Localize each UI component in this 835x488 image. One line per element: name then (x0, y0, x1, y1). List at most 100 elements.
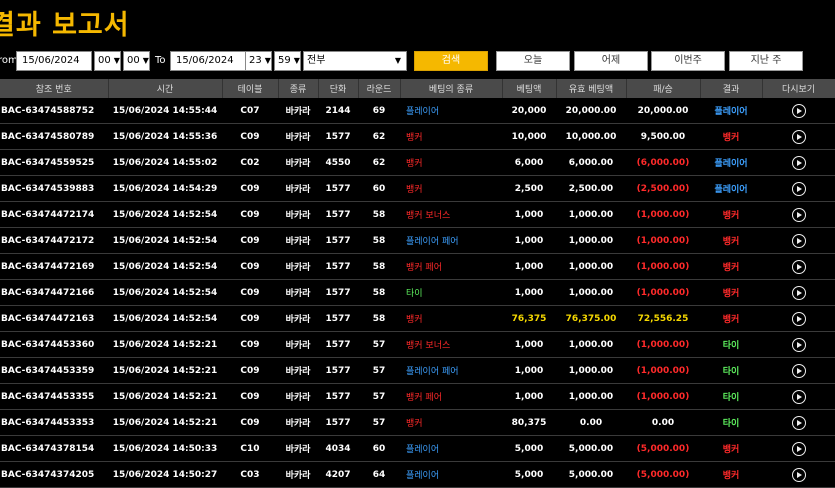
valid-bet-cell: 20,000.00 (556, 98, 626, 124)
table-row[interactable]: BAC-63474374205 15/06/2024 14:50:27 C03 바카라… (0, 461, 835, 488)
replay-cell (762, 201, 835, 228)
game-type-cell: 바카라 (278, 461, 318, 488)
ref-cell: BAC-63474559525 (0, 149, 108, 176)
ref-cell: BAC-63474453359 (0, 357, 108, 384)
to-minute-select[interactable]: 59 ▼ (274, 51, 301, 71)
bet-type-cell: 플레이어 페어 (400, 227, 502, 254)
time-cell: 15/06/2024 14:50:27 (108, 461, 222, 488)
game-type-select[interactable]: 전부 ▼ (303, 51, 407, 71)
to-date-input[interactable]: 15/06/2024 (170, 51, 246, 71)
play-icon[interactable] (791, 181, 806, 196)
play-icon[interactable] (791, 155, 806, 170)
profit-loss-cell: 9,500.00 (626, 123, 700, 150)
profit-loss-cell: 72,556.25 (626, 305, 700, 332)
play-icon[interactable] (791, 415, 806, 430)
table-row[interactable]: BAC-63474378154 15/06/2024 14:50:33 C10 바카라… (0, 435, 835, 462)
table-row[interactable]: BAC-63474559525 15/06/2024 14:55:02 C02 바카라… (0, 149, 835, 176)
shoe-cell: 1577 (318, 331, 358, 358)
time-cell: 15/06/2024 14:52:21 (108, 409, 222, 436)
play-icon[interactable] (791, 337, 806, 352)
play-icon[interactable] (791, 363, 806, 378)
round-cell: 64 (358, 461, 400, 488)
table-body: BAC-63474588752 15/06/2024 14:55:44 C07 바카라… (0, 98, 835, 488)
shoe-cell: 1577 (318, 227, 358, 254)
profit-loss-cell: (1,000.00) (626, 227, 700, 254)
bet-amount-cell: 1,000 (502, 201, 556, 228)
ref-cell: BAC-63474472172 (0, 227, 108, 254)
valid-bet-cell: 1,000.00 (556, 201, 626, 228)
play-icon[interactable] (791, 103, 806, 118)
round-cell: 62 (358, 149, 400, 176)
table-id-cell: C03 (222, 461, 278, 488)
play-icon[interactable] (791, 129, 806, 144)
table-row[interactable]: BAC-63474588752 15/06/2024 14:55:44 C07 바카라… (0, 98, 835, 124)
table-id-cell: C09 (222, 383, 278, 410)
play-icon[interactable] (791, 441, 806, 456)
yesterday-button[interactable]: 어제 (574, 51, 648, 71)
today-button[interactable]: 오늘 (496, 51, 570, 71)
play-icon[interactable] (791, 233, 806, 248)
column-header: 참조 번호 (0, 79, 109, 98)
time-cell: 15/06/2024 14:50:33 (108, 435, 222, 462)
profit-loss-cell: (5,000.00) (626, 461, 700, 488)
column-header: 라운드 (358, 79, 401, 98)
valid-bet-cell: 5,000.00 (556, 461, 626, 488)
game-type-cell: 바카라 (278, 435, 318, 462)
valid-bet-cell: 0.00 (556, 409, 626, 436)
column-header: 시간 (108, 79, 223, 98)
play-icon[interactable] (791, 467, 806, 482)
play-icon[interactable] (791, 207, 806, 222)
time-cell: 15/06/2024 14:52:21 (108, 357, 222, 384)
result-cell: 뱅커 (700, 227, 762, 254)
to-hour-select[interactable]: 23 ▼ (245, 51, 272, 71)
column-header: 유효 베팅액 (556, 79, 627, 98)
time-cell: 15/06/2024 14:52:21 (108, 383, 222, 410)
this-week-button[interactable]: 이번주 (651, 51, 725, 71)
table-id-cell: C09 (222, 357, 278, 384)
table-row[interactable]: BAC-63474580789 15/06/2024 14:55:36 C09 바카라… (0, 123, 835, 150)
play-icon[interactable] (791, 285, 806, 300)
play-icon[interactable] (791, 259, 806, 274)
game-type-cell: 바카라 (278, 149, 318, 176)
search-button[interactable]: 검색 (414, 51, 488, 71)
valid-bet-cell: 76,375.00 (556, 305, 626, 332)
table-row[interactable]: BAC-63474453360 15/06/2024 14:52:21 C09 바카라… (0, 331, 835, 358)
to-label: To (155, 55, 166, 66)
play-icon[interactable] (791, 389, 806, 404)
result-cell: 타이 (700, 357, 762, 384)
table-row[interactable]: BAC-63474453353 15/06/2024 14:52:21 C09 바카라… (0, 409, 835, 436)
valid-bet-cell: 10,000.00 (556, 123, 626, 150)
table-row[interactable]: BAC-63474453359 15/06/2024 14:52:21 C09 바카라… (0, 357, 835, 384)
game-type-cell: 바카라 (278, 98, 318, 124)
table-id-cell: C09 (222, 123, 278, 150)
table-row[interactable]: BAC-63474539883 15/06/2024 14:54:29 C09 바카라… (0, 175, 835, 202)
table-row[interactable]: BAC-63474472174 15/06/2024 14:52:54 C09 바카라… (0, 201, 835, 228)
result-cell: 뱅커 (700, 253, 762, 280)
game-type-cell: 바카라 (278, 227, 318, 254)
table-id-cell: C09 (222, 201, 278, 228)
result-cell: 뱅커 (700, 305, 762, 332)
table-row[interactable]: BAC-63474472172 15/06/2024 14:52:54 C09 바카라… (0, 227, 835, 254)
game-type-cell: 바카라 (278, 383, 318, 410)
table-row[interactable]: BAC-63474472163 15/06/2024 14:52:54 C09 바카라… (0, 305, 835, 332)
table-row[interactable]: BAC-63474472166 15/06/2024 14:52:54 C09 바카라… (0, 279, 835, 306)
replay-cell (762, 98, 835, 124)
table-row[interactable]: BAC-63474472169 15/06/2024 14:52:54 C09 바카라… (0, 253, 835, 280)
ref-cell: BAC-63474472169 (0, 253, 108, 280)
shoe-cell: 1577 (318, 357, 358, 384)
table-row[interactable]: BAC-63474453355 15/06/2024 14:52:21 C09 바카라… (0, 383, 835, 410)
chevron-down-icon: ▼ (293, 56, 300, 65)
bet-type-cell: 플레이어 (400, 98, 502, 124)
replay-cell (762, 409, 835, 436)
result-cell: 플레이어 (700, 175, 762, 202)
chevron-down-icon: ▼ (142, 56, 149, 65)
from-minute-select[interactable]: 00 ▼ (123, 51, 150, 71)
result-cell: 뱅커 (700, 123, 762, 150)
play-icon[interactable] (791, 311, 806, 326)
ref-cell: BAC-63474588752 (0, 98, 108, 124)
last-week-button[interactable]: 지난 주 (729, 51, 803, 71)
from-date-input[interactable]: 15/06/2024 (16, 51, 92, 71)
from-hour-select[interactable]: 00 ▼ (94, 51, 121, 71)
shoe-cell: 4207 (318, 461, 358, 488)
round-cell: 57 (358, 383, 400, 410)
